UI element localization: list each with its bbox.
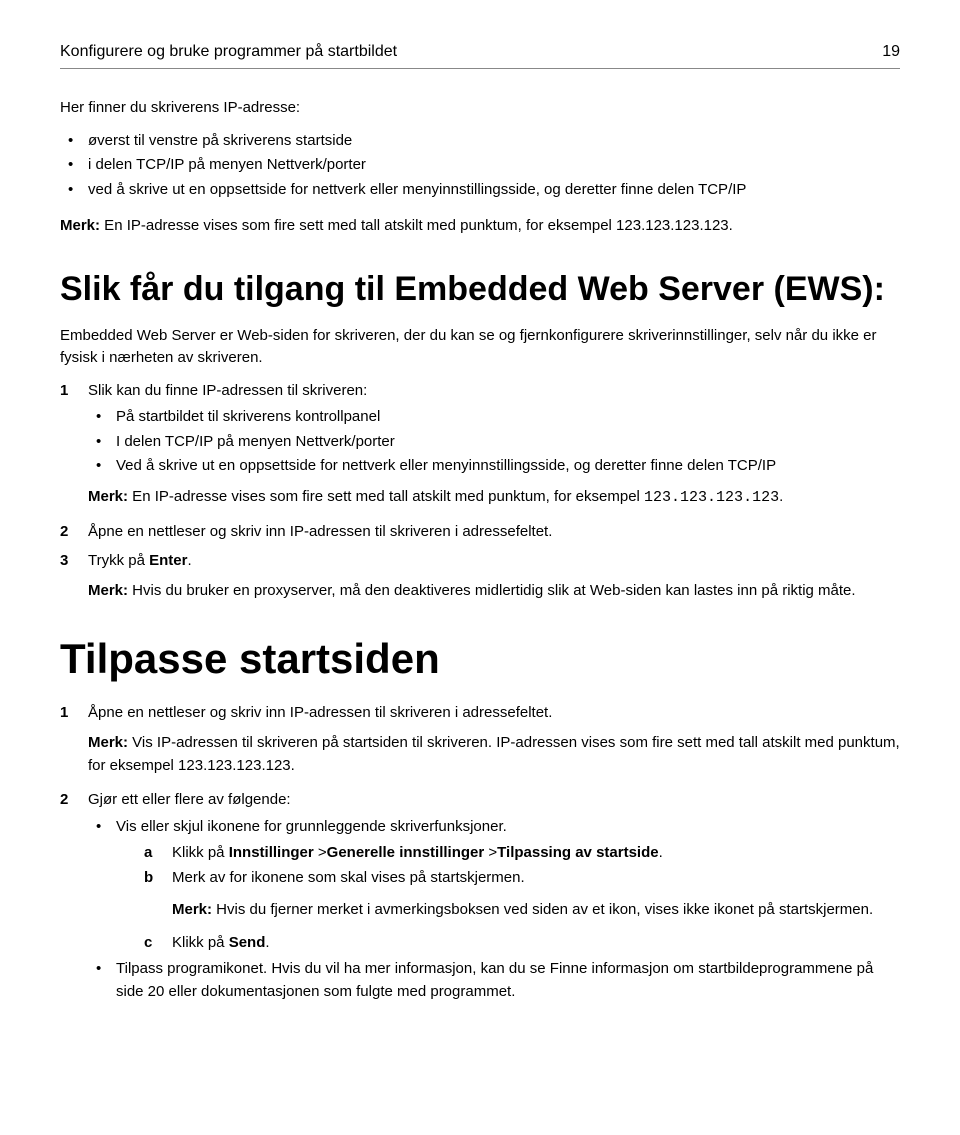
letter-label: b bbox=[144, 867, 153, 890]
a-b2: Generelle innstillinger bbox=[327, 844, 485, 861]
letter-list-c: c Klikk på Send. bbox=[144, 932, 900, 955]
list-item: På startbildet til skriverens kontrollpa… bbox=[88, 406, 900, 429]
step-text-post: . bbox=[187, 552, 191, 569]
deep-note: Merk: Hvis du fjerner merket i avmerking… bbox=[172, 899, 900, 922]
tilpasse-step-2: 2 Gjør ett eller flere av følgende: Vis … bbox=[60, 789, 900, 1003]
b-text: Merk av for ikonene som skal vises på st… bbox=[172, 869, 525, 886]
section-heading-tilpasse: Tilpasse startsiden bbox=[60, 627, 900, 690]
tilpasse-step-1: 1 Åpne en nettleser og skriv inn IP-adre… bbox=[60, 702, 900, 778]
list-item: Ved å skrive ut en oppsettside for nettv… bbox=[88, 455, 900, 478]
note-label: Merk: bbox=[172, 901, 212, 918]
letter-item-b: b Merk av for ikonene som skal vises på … bbox=[144, 867, 900, 890]
step-3: 3 Trykk på Enter. Merk: Hvis du bruker e… bbox=[60, 550, 900, 603]
ews-intro-text: Embedded Web Server er Web-siden for skr… bbox=[60, 325, 900, 370]
step-text: Åpne en nettleser og skriv inn IP-adress… bbox=[88, 523, 552, 540]
letter-list: a Klikk på Innstillinger >Generelle inns… bbox=[144, 842, 900, 889]
page-header: Konfigurere og bruke programmer på start… bbox=[60, 40, 900, 69]
step-2: 2 Åpne en nettleser og skriv inn IP-adre… bbox=[60, 521, 900, 544]
tilpasse-steps: 1 Åpne en nettleser og skriv inn IP-adre… bbox=[60, 702, 900, 1004]
list-item: Vis eller skjul ikonene for grunnleggend… bbox=[88, 816, 900, 955]
note-text: Vis IP-adressen til skriveren på startsi… bbox=[88, 734, 900, 774]
step-number: 2 bbox=[60, 789, 68, 812]
section-heading-ews: Slik får du tilgang til Embedded Web Ser… bbox=[60, 264, 900, 315]
header-title: Konfigurere og bruke programmer på start… bbox=[60, 40, 397, 64]
step1-sub-bullets: På startbildet til skriverens kontrollpa… bbox=[88, 406, 900, 478]
note-label: Merk: bbox=[88, 734, 128, 751]
c-post: . bbox=[265, 934, 269, 951]
step-number: 1 bbox=[60, 702, 68, 725]
list-item: I delen TCP/IP på menyen Nettverk/porter bbox=[88, 431, 900, 454]
note-label: Merk: bbox=[60, 217, 100, 234]
tstep1-note: Merk: Vis IP-adressen til skriveren på s… bbox=[88, 732, 900, 777]
step-1: 1 Slik kan du finne IP-adressen til skri… bbox=[60, 380, 900, 510]
tstep2-bullets: Vis eller skjul ikonene for grunnleggend… bbox=[88, 816, 900, 1004]
bullet-text: Vis eller skjul ikonene for grunnleggend… bbox=[116, 818, 507, 835]
intro-text: Her finner du skriverens IP-adresse: bbox=[60, 97, 900, 120]
a-sep1: > bbox=[314, 844, 327, 861]
a-b1: Innstillinger bbox=[229, 844, 314, 861]
note-label: Merk: bbox=[88, 582, 128, 599]
step1-note: Merk: En IP-adresse vises som fire sett … bbox=[88, 486, 900, 510]
a-post: . bbox=[659, 844, 663, 861]
note-label: Merk: bbox=[88, 488, 128, 505]
c-pre: Klikk på bbox=[172, 934, 229, 951]
step-text: Gjør ett eller flere av følgende: bbox=[88, 791, 291, 808]
step-number: 3 bbox=[60, 550, 68, 573]
list-item: øverst til venstre på skriverens startsi… bbox=[60, 130, 900, 153]
note-text: Hvis du fjerner merket i avmerkingsbokse… bbox=[212, 901, 873, 918]
note-text-pre: En IP-adresse vises som fire sett med ta… bbox=[128, 488, 644, 505]
step-bold: Enter bbox=[149, 552, 187, 569]
letter-item-a: a Klikk på Innstillinger >Generelle inns… bbox=[144, 842, 900, 865]
step-text: Åpne en nettleser og skriv inn IP-adress… bbox=[88, 704, 552, 721]
step-number: 2 bbox=[60, 521, 68, 544]
c-bold: Send bbox=[229, 934, 266, 951]
step-text: Slik kan du finne IP-adressen til skrive… bbox=[88, 382, 367, 399]
list-item: i delen TCP/IP på menyen Nettverk/porter bbox=[60, 154, 900, 177]
list-item: Tilpass programikonet. Hvis du vil ha me… bbox=[88, 958, 900, 1003]
ews-steps: 1 Slik kan du finne IP-adressen til skri… bbox=[60, 380, 900, 603]
letter-label: c bbox=[144, 932, 152, 955]
step-number: 1 bbox=[60, 380, 68, 403]
step-text-pre: Trykk på bbox=[88, 552, 149, 569]
a-pre: Klikk på bbox=[172, 844, 229, 861]
intro-bullet-list: øverst til venstre på skriverens startsi… bbox=[60, 130, 900, 202]
intro-note: Merk: En IP-adresse vises som fire sett … bbox=[60, 215, 900, 238]
note-text-post: . bbox=[779, 488, 783, 505]
header-page-number: 19 bbox=[882, 40, 900, 64]
note-text: En IP-adresse vises som fire sett med ta… bbox=[100, 217, 733, 234]
a-b3: Tilpassing av startside bbox=[497, 844, 658, 861]
letter-label: a bbox=[144, 842, 152, 865]
note-code: 123.123.123.123 bbox=[644, 489, 779, 506]
note-text: Hvis du bruker en proxyserver, må den de… bbox=[128, 582, 856, 599]
list-item: ved å skrive ut en oppsettside for nettv… bbox=[60, 179, 900, 202]
letter-item-c: c Klikk på Send. bbox=[144, 932, 900, 955]
step3-note: Merk: Hvis du bruker en proxyserver, må … bbox=[88, 580, 900, 603]
a-sep2: > bbox=[484, 844, 497, 861]
